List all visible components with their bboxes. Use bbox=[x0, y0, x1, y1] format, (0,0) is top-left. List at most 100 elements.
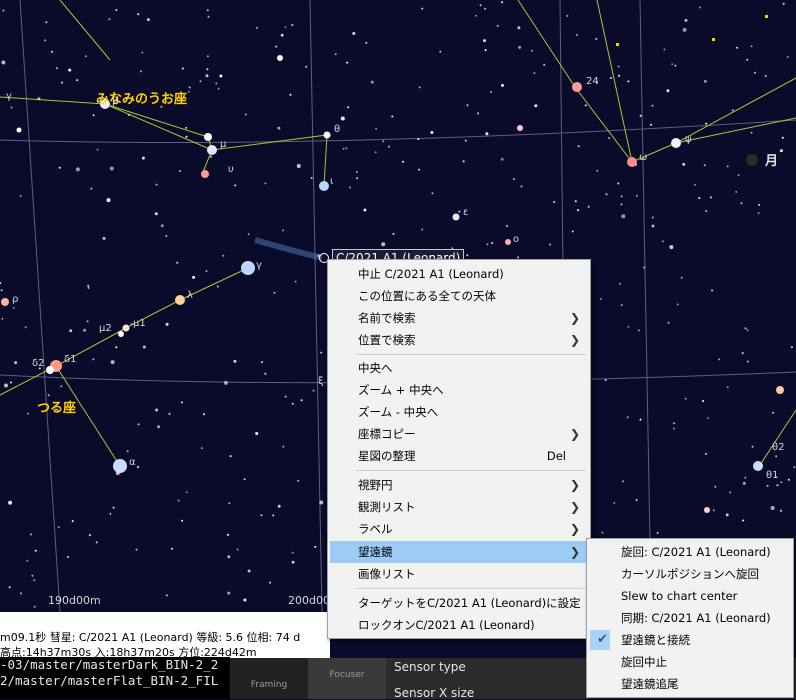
terminal-line: -03/master/masterDark_BIN-2_2 bbox=[0, 657, 219, 672]
faint-star bbox=[617, 182, 620, 185]
faint-star bbox=[605, 193, 608, 196]
faint-star bbox=[19, 194, 22, 197]
chevron-right-icon: ❯ bbox=[569, 500, 580, 514]
faint-star bbox=[518, 45, 522, 49]
faint-star bbox=[352, 32, 356, 35]
faint-star bbox=[731, 109, 734, 112]
faint-star bbox=[87, 284, 90, 287]
faint-star bbox=[577, 209, 579, 212]
faint-star bbox=[627, 325, 630, 328]
telescope-submenu: 旋回: C/2021 A1 (Leonard) カーソルポジションへ旋回 Sle… bbox=[586, 538, 794, 698]
faint-star bbox=[604, 379, 607, 382]
faint-star bbox=[34, 549, 37, 552]
submenu-item-slew-to-object[interactable]: 旋回: C/2021 A1 (Leonard) bbox=[589, 541, 791, 563]
faint-star bbox=[484, 49, 487, 52]
menu-item-zoom-out-center[interactable]: ズーム - 中央へ bbox=[330, 401, 588, 423]
faint-star bbox=[656, 531, 659, 534]
faint-star bbox=[291, 24, 294, 26]
faint-star bbox=[20, 592, 22, 595]
faint-star bbox=[181, 401, 183, 404]
menu-item-zoom-in-center[interactable]: ズーム + 中央へ bbox=[330, 379, 588, 401]
menu-item-center[interactable]: 中央へ bbox=[330, 357, 588, 379]
faint-star bbox=[780, 481, 783, 484]
faint-star bbox=[137, 466, 139, 468]
faint-star bbox=[388, 145, 390, 148]
faint-star bbox=[206, 68, 209, 71]
faint-star bbox=[750, 131, 753, 134]
submenu-item-sync[interactable]: 同期: C/2021 A1 (Leonard) bbox=[589, 607, 791, 629]
menu-item-labels[interactable]: ラベル ❯ bbox=[330, 518, 588, 540]
faint-star bbox=[744, 327, 747, 330]
faint-star bbox=[613, 501, 616, 504]
faint-star bbox=[181, 67, 184, 70]
faint-star bbox=[109, 512, 112, 515]
constellation-label-gru: つる座 bbox=[37, 401, 77, 416]
menu-item-all-objects-here[interactable]: この位置にある全ての天体 bbox=[330, 285, 588, 307]
faint-star bbox=[135, 548, 138, 551]
faint-star bbox=[88, 534, 91, 537]
star-label: θ bbox=[334, 124, 341, 135]
menu-separator bbox=[356, 470, 586, 471]
faint-star bbox=[112, 506, 115, 509]
menu-item-copy-coordinates[interactable]: 座標コピー ❯ bbox=[330, 423, 588, 445]
faint-star bbox=[484, 7, 487, 10]
faint-star bbox=[725, 513, 729, 517]
faint-star bbox=[71, 520, 74, 523]
menu-separator bbox=[356, 588, 586, 589]
submenu-item-abort-slew[interactable]: 旋回中止 bbox=[589, 651, 791, 673]
faint-star bbox=[128, 114, 130, 116]
faint-star bbox=[297, 479, 300, 482]
faint-star bbox=[31, 574, 34, 577]
menu-item-image-list[interactable]: 画像リスト bbox=[330, 563, 588, 585]
menu-item-clean-chart[interactable]: 星図の整理 Del bbox=[330, 445, 588, 467]
menu-item-observing-list[interactable]: 観測リスト ❯ bbox=[330, 496, 588, 518]
faint-star bbox=[704, 452, 707, 455]
faint-star bbox=[177, 499, 180, 502]
menu-item-fov-circle[interactable]: 視野円 ❯ bbox=[330, 474, 588, 496]
submenu-item-telescope-tracking[interactable]: 望遠鏡追尾 bbox=[589, 673, 791, 695]
faint-star bbox=[243, 478, 246, 481]
star-label: ι bbox=[330, 176, 334, 187]
faint-star bbox=[76, 79, 79, 82]
faint-star bbox=[165, 235, 168, 237]
faint-star bbox=[770, 506, 775, 510]
faint-star bbox=[674, 64, 677, 67]
submenu-item-connect-telescope[interactable]: ✔ 望遠鏡と接続 bbox=[589, 629, 791, 651]
star-label: ε bbox=[463, 207, 469, 218]
menu-item-search-by-position[interactable]: 位置で検索 ❯ bbox=[330, 329, 588, 351]
menu-item-stop-object[interactable]: 中止 C/2021 A1 (Leonard) bbox=[330, 263, 588, 285]
faint-star bbox=[200, 447, 203, 450]
faint-star bbox=[374, 151, 377, 154]
tab-framing[interactable]: Framing bbox=[230, 658, 308, 699]
faint-star bbox=[712, 509, 715, 512]
faint-star bbox=[227, 533, 230, 536]
faint-star bbox=[477, 112, 479, 115]
faint-star bbox=[203, 413, 205, 416]
faint-star bbox=[320, 351, 323, 354]
faint-star bbox=[95, 541, 98, 544]
faint-star bbox=[115, 346, 118, 349]
menu-item-set-target[interactable]: ターゲットをC/2021 A1 (Leonard)に設定 bbox=[330, 592, 588, 614]
faint-star bbox=[698, 6, 701, 9]
tab-focuser[interactable]: Focuser bbox=[308, 658, 386, 699]
faint-star bbox=[102, 236, 106, 240]
chevron-right-icon: ❯ bbox=[569, 545, 580, 559]
menu-item-search-by-name[interactable]: 名前で検索 ❯ bbox=[330, 307, 588, 329]
faint-star bbox=[86, 320, 89, 323]
submenu-item-slew-to-cursor[interactable]: カーソルポジションへ旋回 bbox=[589, 563, 791, 585]
menu-item-telescope[interactable]: 望遠鏡 ❯ bbox=[330, 541, 588, 563]
faint-star bbox=[264, 182, 267, 185]
faint-star bbox=[310, 177, 313, 179]
faint-star bbox=[486, 243, 489, 246]
faint-star bbox=[247, 233, 250, 236]
faint-star bbox=[485, 132, 489, 136]
star-label: ψ bbox=[685, 134, 692, 145]
submenu-item-slew-to-chart-center[interactable]: Slew to chart center bbox=[589, 585, 791, 607]
status-bar: m09.1秒 彗星: C/2021 A1 (Leonard) 等級: 5.6 位… bbox=[0, 612, 330, 660]
menu-item-lock-on[interactable]: ロックオンC/2021 A1 (Leonard) bbox=[330, 614, 588, 636]
faint-star bbox=[219, 74, 223, 78]
faint-star bbox=[26, 412, 29, 415]
faint-star bbox=[703, 79, 707, 83]
faint-star bbox=[417, 138, 420, 141]
faint-star bbox=[635, 499, 638, 502]
